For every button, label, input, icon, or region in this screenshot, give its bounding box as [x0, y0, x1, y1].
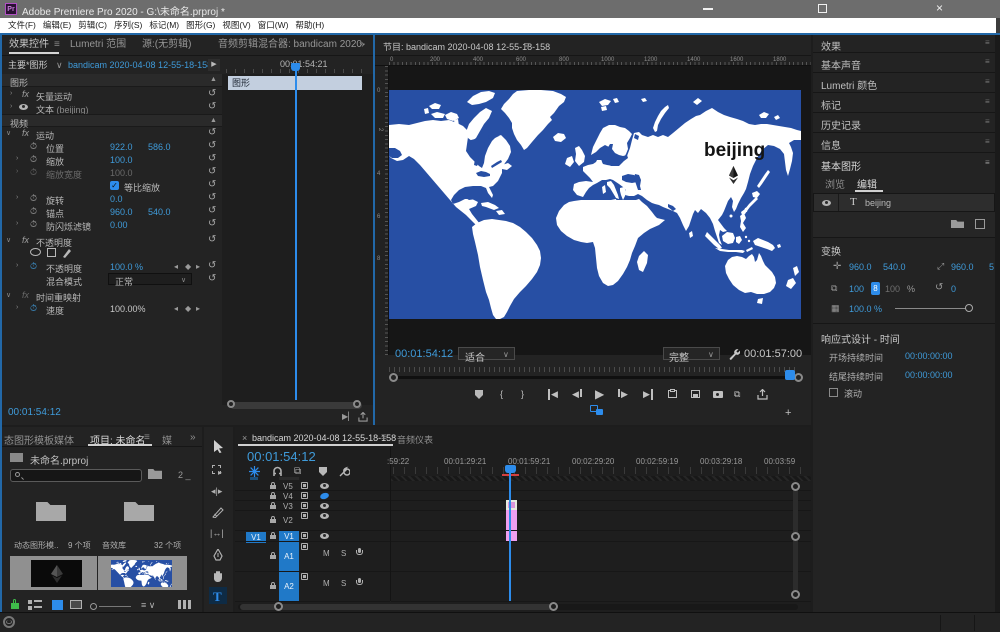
svg-text:beijing: beijing — [704, 140, 765, 161]
